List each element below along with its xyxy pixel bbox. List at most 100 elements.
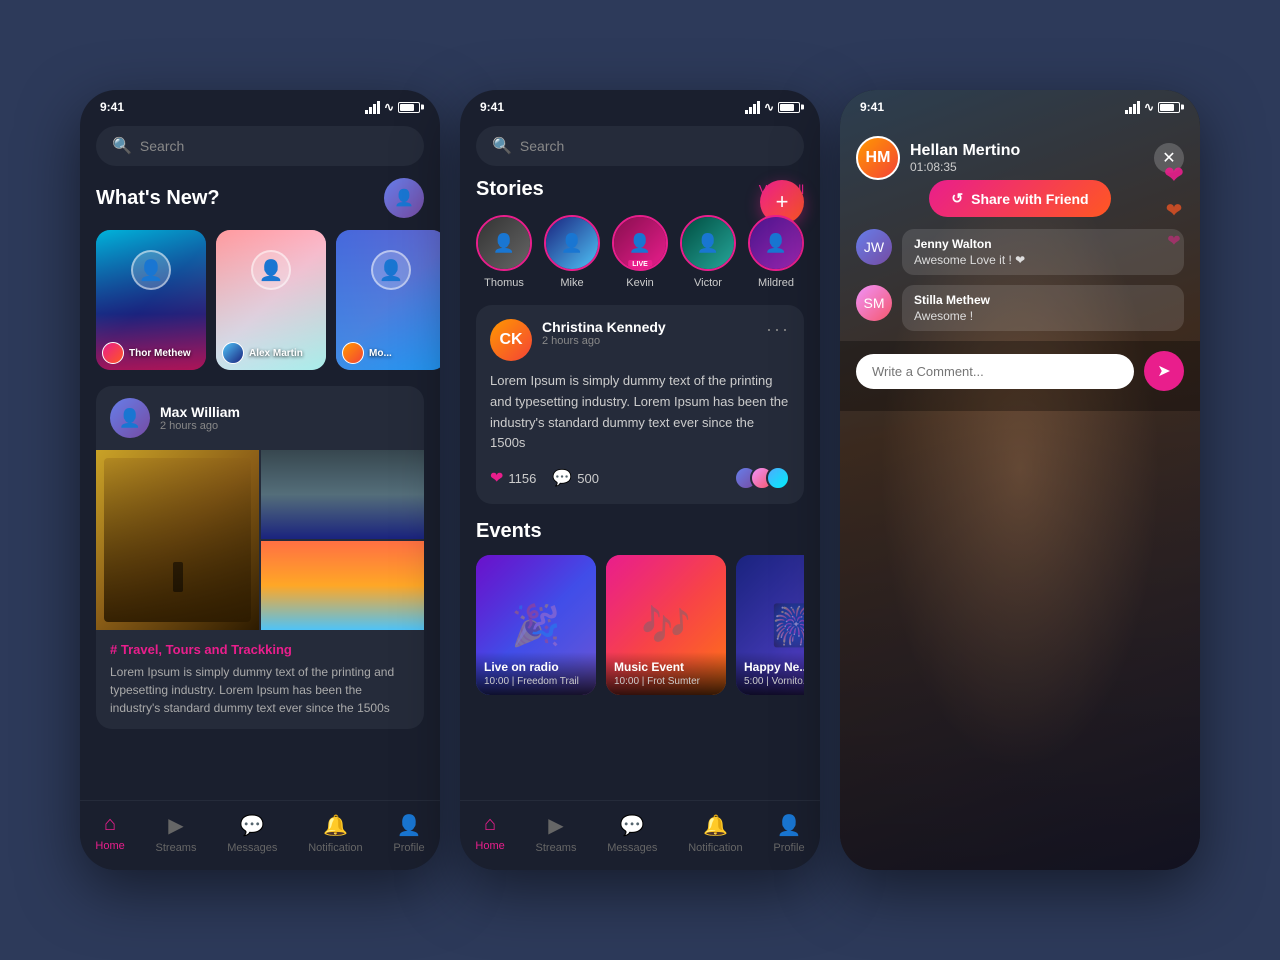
story-thumbnail-3[interactable]: 👤 Mo... xyxy=(336,230,440,370)
battery-icon-3 xyxy=(1158,102,1180,113)
whats-new-title: What's New? xyxy=(96,187,220,210)
post2-user: Christina Kennedy 2 hours ago xyxy=(542,319,756,347)
post-img-landscape xyxy=(96,450,259,630)
send-comment-btn[interactable]: ➤ xyxy=(1144,351,1184,391)
event-name-3: Happy Ne... xyxy=(744,660,804,674)
story-user-name-2: Alex Martin xyxy=(249,348,303,359)
post-username-1: Max William xyxy=(160,404,240,420)
streams-icon-1: ▶ xyxy=(168,813,183,838)
story-user-name-3: Mo... xyxy=(369,348,392,359)
story-circle-mildred[interactable]: 👤 Mildred xyxy=(748,215,804,289)
nav-notification-2[interactable]: 🔔 Notification xyxy=(688,813,742,854)
signal-icon-2 xyxy=(745,101,760,114)
home-icon-1: ⌂ xyxy=(104,813,116,836)
nav-streams-2[interactable]: ▶ Streams xyxy=(536,813,577,854)
post2-avatar: CK xyxy=(490,319,532,361)
signal-icon-3 xyxy=(1125,101,1140,114)
nav-profile-1[interactable]: 👤 Profile xyxy=(393,813,424,854)
header-avatar: 👤 xyxy=(384,178,424,218)
story-circle-thomus[interactable]: 👤 Thomus xyxy=(476,215,532,289)
post-time-1: 2 hours ago xyxy=(160,420,240,432)
search-placeholder-1: Search xyxy=(140,138,184,154)
status-icons-2: ∿ xyxy=(745,100,800,114)
status-bar-2: 9:41 ∿ xyxy=(460,90,820,120)
status-bar-1: 9:41 ∿ xyxy=(80,90,440,120)
share-with-friend-btn[interactable]: ↺ Share with Friend xyxy=(929,180,1110,217)
story-name-mildred: Mildred xyxy=(758,277,794,289)
nav-messages-1[interactable]: 💬 Messages xyxy=(227,813,277,854)
event-overlay-1: Live on radio 10:00 | Freedom Trail xyxy=(476,652,596,695)
screens-container: 9:41 ∿ 🔍 Search What's New? 👤 xyxy=(80,90,1200,870)
event-card-2[interactable]: 🎶 Music Event 10:00 | Frot Sumter xyxy=(606,555,726,695)
nav-streams-1[interactable]: ▶ Streams xyxy=(156,813,197,854)
story-user-info-3: Mo... xyxy=(342,342,392,364)
search-bar-1[interactable]: 🔍 Search xyxy=(96,126,424,166)
event-card-3[interactable]: 🎆 Happy Ne... 5:00 | Vornito... xyxy=(736,555,804,695)
story-thumbnail-2[interactable]: 👤 Alex Martin xyxy=(216,230,326,370)
post2-actions: ❤ 1156 💬 500 xyxy=(490,466,790,490)
notification-icon-2: 🔔 xyxy=(703,813,728,838)
nav-messages-label-1: Messages xyxy=(227,842,277,854)
nav-home-label-2: Home xyxy=(475,840,504,852)
stories-title: Stories xyxy=(476,178,544,201)
like-count: 1156 xyxy=(508,471,536,486)
nav-notification-1[interactable]: 🔔 Notification xyxy=(308,813,362,854)
signal-icon xyxy=(365,101,380,114)
nav-notification-label-2: Notification xyxy=(688,842,742,854)
profile-icon-2: 👤 xyxy=(777,813,802,838)
event-name-2: Music Event xyxy=(614,660,718,674)
comment-bubble-1: Jenny Walton Awesome Love it ! ❤ xyxy=(902,229,1184,275)
phone-2: 9:41 ∿ 🔍 Search + Stories xyxy=(460,90,820,870)
more-options-icon[interactable]: ··· xyxy=(766,319,790,340)
heart-icon: ❤ xyxy=(490,468,503,488)
story-circle-avatar-thomus: 👤 xyxy=(476,215,532,271)
nav-streams-label-2: Streams xyxy=(536,842,577,854)
messages-icon-2: 💬 xyxy=(620,813,645,838)
story-circle-mike[interactable]: 👤 Mike xyxy=(544,215,600,289)
story-circle-kevin[interactable]: 👤 Kevin xyxy=(612,215,668,289)
post-card-1: 👤 Max William 2 hours ago xyxy=(96,386,424,729)
time-3: 9:41 xyxy=(860,100,884,114)
story-circle-victor[interactable]: 👤 Victor xyxy=(680,215,736,289)
comment-count: 500 xyxy=(577,471,599,486)
post-images xyxy=(96,450,424,630)
events-title: Events xyxy=(476,520,804,543)
nav-profile-2[interactable]: 👤 Profile xyxy=(773,813,804,854)
comment-button[interactable]: 💬 500 xyxy=(552,468,599,488)
phone-3: 9:41 ∿ HM Hellan Mertino 01:08:35 xyxy=(840,90,1200,870)
messages-icon-1: 💬 xyxy=(240,813,265,838)
nav-messages-2[interactable]: 💬 Messages xyxy=(607,813,657,854)
nav-messages-label-2: Messages xyxy=(607,842,657,854)
comment-text-1: Awesome Love it ! ❤ xyxy=(914,253,1172,267)
post-img-sea xyxy=(261,450,424,539)
heart-float-2: ❤ xyxy=(1166,198,1183,223)
whats-new-header: What's New? 👤 xyxy=(80,178,440,230)
nav-notification-label-1: Notification xyxy=(308,842,362,854)
comment-input-area: ➤ xyxy=(840,341,1200,411)
stream-timer: 01:08:35 xyxy=(910,160,1144,174)
status-icons-3: ∿ xyxy=(1125,100,1180,114)
post2-time: 2 hours ago xyxy=(542,335,756,347)
nav-home-label-1: Home xyxy=(95,840,124,852)
nav-profile-label-2: Profile xyxy=(773,842,804,854)
event-time-2: 10:00 | Frot Sumter xyxy=(614,676,718,687)
nav-home-1[interactable]: ⌂ Home xyxy=(95,813,124,854)
events-section: Events 🎉 Live on radio 10:00 | Freedom T… xyxy=(460,520,820,775)
comment-avatar-1: JW xyxy=(856,229,892,265)
post2-text: Lorem Ipsum is simply dummy text of the … xyxy=(490,371,790,454)
event-name-1: Live on radio xyxy=(484,660,588,674)
post2-header: CK Christina Kennedy 2 hours ago ··· xyxy=(490,319,790,361)
post-tag: # Travel, Tours and Trackking xyxy=(110,642,410,657)
nav-home-2[interactable]: ⌂ Home xyxy=(475,813,504,854)
comment-input[interactable] xyxy=(856,354,1134,389)
wifi-icon-3: ∿ xyxy=(1144,100,1154,114)
event-card-1[interactable]: 🎉 Live on radio 10:00 | Freedom Trail xyxy=(476,555,596,695)
like-button[interactable]: ❤ 1156 xyxy=(490,468,536,488)
event-overlay-3: Happy Ne... 5:00 | Vornito... xyxy=(736,652,804,695)
event-time-3: 5:00 | Vornito... xyxy=(744,676,804,687)
search-bar-2[interactable]: 🔍 Search xyxy=(476,126,804,166)
event-overlay-2: Music Event 10:00 | Frot Sumter xyxy=(606,652,726,695)
post-avatar-1: 👤 xyxy=(110,398,150,438)
bottom-nav-1: ⌂ Home ▶ Streams 💬 Messages 🔔 Notificati… xyxy=(80,800,440,870)
story-thumbnail-1[interactable]: 👤 Thor Methew xyxy=(96,230,206,370)
